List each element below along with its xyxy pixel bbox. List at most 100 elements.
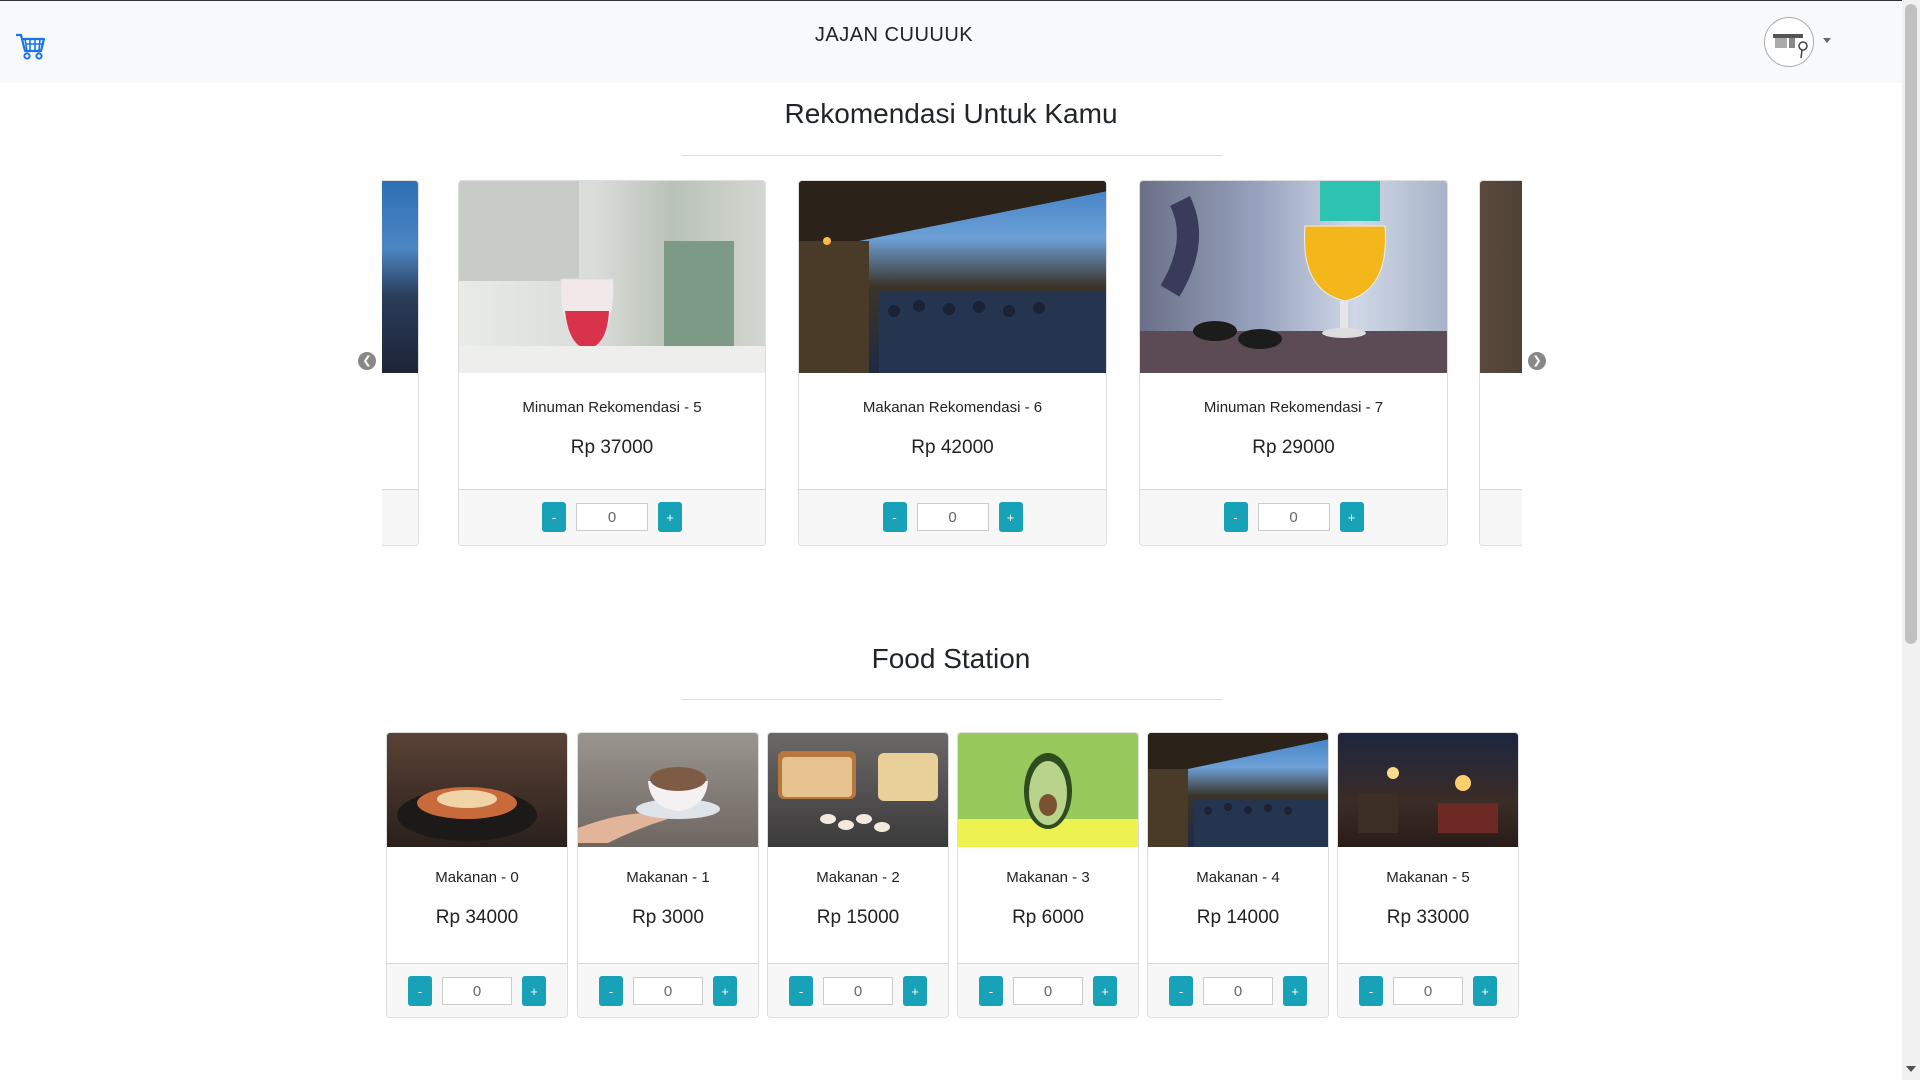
card-footer: - 0 + — [459, 489, 765, 545]
card-name: Makanan - 1 — [626, 869, 710, 886]
recommend-carousel: Minuman Rekomendasi - 5 Rp 37000 - 0 + M… — [382, 180, 1522, 546]
card-price: Rp 15000 — [816, 907, 900, 928]
card-price: Rp 42000 — [911, 437, 994, 458]
card-image — [1148, 733, 1328, 847]
food-station-title: Food Station — [871, 643, 1031, 674]
increment-button[interactable]: + — [1339, 502, 1364, 532]
quantity-stepper: - 0 + — [789, 976, 927, 1006]
card-name: Makanan - 4 — [1196, 869, 1280, 886]
card-image — [459, 181, 765, 373]
brand-title[interactable]: JAJAN CUUUUK — [0, 24, 1788, 47]
increment-button[interactable]: + — [1093, 976, 1117, 1006]
card-name: Makanan - 5 — [1386, 869, 1470, 886]
card-footer — [1480, 489, 1522, 545]
card-price: Rp 6000 — [1012, 907, 1084, 928]
quantity-stepper: - 0 + — [1223, 502, 1364, 532]
card-price: Rp 14000 — [1196, 907, 1280, 928]
quantity-stepper: - 0 + — [408, 976, 546, 1006]
decrement-button[interactable]: - — [1223, 502, 1248, 532]
card-price: Rp 33000 — [1386, 907, 1470, 928]
card-image — [958, 733, 1138, 847]
recommend-card: Makanan Rekomendasi - 6 Rp 42000 - 0 + — [798, 180, 1107, 546]
decrement-button[interactable]: - — [542, 502, 566, 532]
quantity-stepper: - 0 + — [599, 976, 737, 1006]
card-footer: - 0 + — [768, 963, 948, 1017]
card-price: Rp 34000 — [435, 907, 519, 928]
card-name: Makanan - 2 — [816, 869, 900, 886]
card-price: Rp 3000 — [632, 907, 704, 928]
card-name: Makanan Rekomendasi - 6 — [862, 399, 1043, 416]
decrement-button[interactable]: - — [1169, 976, 1193, 1006]
food-card: Makanan - 1 Rp 3000 - 0 + — [577, 732, 759, 1018]
user-menu-caret-icon[interactable] — [1823, 38, 1831, 43]
scroll-down-arrow-icon[interactable] — [1906, 1066, 1916, 1072]
quantity-stepper: - 0 + — [979, 976, 1117, 1006]
card-image — [382, 181, 418, 373]
scrollbar-thumb[interactable] — [1905, 4, 1917, 644]
carousel-card-partial-left — [382, 180, 419, 546]
food-card: Makanan - 2 Rp 15000 - 0 + — [767, 732, 949, 1018]
carousel-next-icon[interactable]: ❯ — [1528, 352, 1546, 370]
card-name: Minuman Rekomendasi - 7 — [1203, 399, 1384, 416]
card-image — [1140, 181, 1447, 373]
decrement-button[interactable]: - — [408, 976, 432, 1006]
card-image — [799, 181, 1106, 373]
avatar[interactable] — [1764, 17, 1814, 67]
quantity-input[interactable]: 0 — [916, 503, 989, 531]
card-price: Rp 29000 — [1252, 437, 1335, 458]
increment-button[interactable]: + — [998, 502, 1023, 532]
card-image — [1338, 733, 1518, 847]
navbar: JAJAN CUUUUK — [0, 1, 1902, 83]
food-card: Makanan - 0 Rp 34000 - 0 + — [386, 732, 568, 1018]
increment-button[interactable]: + — [903, 976, 927, 1006]
quantity-input[interactable]: 0 — [442, 977, 512, 1005]
card-name: Minuman Rekomendasi - 5 — [522, 399, 702, 416]
recommend-divider — [682, 155, 1222, 156]
card-price: Rp 37000 — [570, 437, 654, 458]
food-station-divider — [682, 699, 1222, 700]
quantity-stepper: - 0 + — [1359, 976, 1497, 1006]
increment-button[interactable]: + — [522, 976, 546, 1006]
increment-button[interactable]: + — [1473, 976, 1497, 1006]
card-image — [1480, 181, 1522, 373]
card-footer: - 0 + — [1148, 963, 1328, 1017]
card-footer: - 0 + — [799, 489, 1106, 545]
quantity-stepper: - 0 + — [1169, 976, 1307, 1006]
increment-button[interactable]: + — [713, 976, 737, 1006]
decrement-button[interactable]: - — [599, 976, 623, 1006]
decrement-button[interactable]: - — [789, 976, 813, 1006]
card-footer: - 0 + — [578, 963, 758, 1017]
quantity-stepper: - 0 + — [542, 502, 682, 532]
quantity-input[interactable]: 0 — [1203, 977, 1273, 1005]
card-footer — [382, 489, 418, 545]
card-footer: - 0 + — [958, 963, 1138, 1017]
card-image — [578, 733, 758, 847]
card-name: Makanan - 0 — [435, 869, 519, 886]
recommend-card: Minuman Rekomendasi - 5 Rp 37000 - 0 + — [458, 180, 766, 546]
food-card: Makanan - 5 Rp 33000 - 0 + — [1337, 732, 1519, 1018]
card-image — [768, 733, 948, 847]
quantity-input[interactable]: 0 — [1257, 503, 1330, 531]
increment-button[interactable]: + — [1283, 976, 1307, 1006]
quantity-input[interactable]: 0 — [1393, 977, 1463, 1005]
decrement-button[interactable]: - — [979, 976, 1003, 1006]
food-card: Makanan - 4 Rp 14000 - 0 + — [1147, 732, 1329, 1018]
card-name: Makanan - 3 — [1006, 869, 1090, 886]
quantity-stepper: - 0 + — [882, 502, 1023, 532]
quantity-input[interactable]: 0 — [576, 503, 648, 531]
increment-button[interactable]: + — [658, 502, 682, 532]
card-footer: - 0 + — [387, 963, 567, 1017]
quantity-input[interactable]: 0 — [1013, 977, 1083, 1005]
card-image — [387, 733, 567, 847]
carousel-prev-icon[interactable]: ❮ — [358, 352, 376, 370]
quantity-input[interactable]: 0 — [633, 977, 703, 1005]
decrement-button[interactable]: - — [882, 502, 907, 532]
food-card: Makanan - 3 Rp 6000 - 0 + — [957, 732, 1139, 1018]
card-footer: - 0 + — [1140, 489, 1447, 545]
recommend-title: Rekomendasi Untuk Kamu — [784, 98, 1118, 129]
recommend-card: Minuman Rekomendasi - 7 Rp 29000 - 0 + — [1139, 180, 1448, 546]
decrement-button[interactable]: - — [1359, 976, 1383, 1006]
card-footer: - 0 + — [1338, 963, 1518, 1017]
quantity-input[interactable]: 0 — [823, 977, 893, 1005]
carousel-card-partial-right — [1479, 180, 1522, 546]
